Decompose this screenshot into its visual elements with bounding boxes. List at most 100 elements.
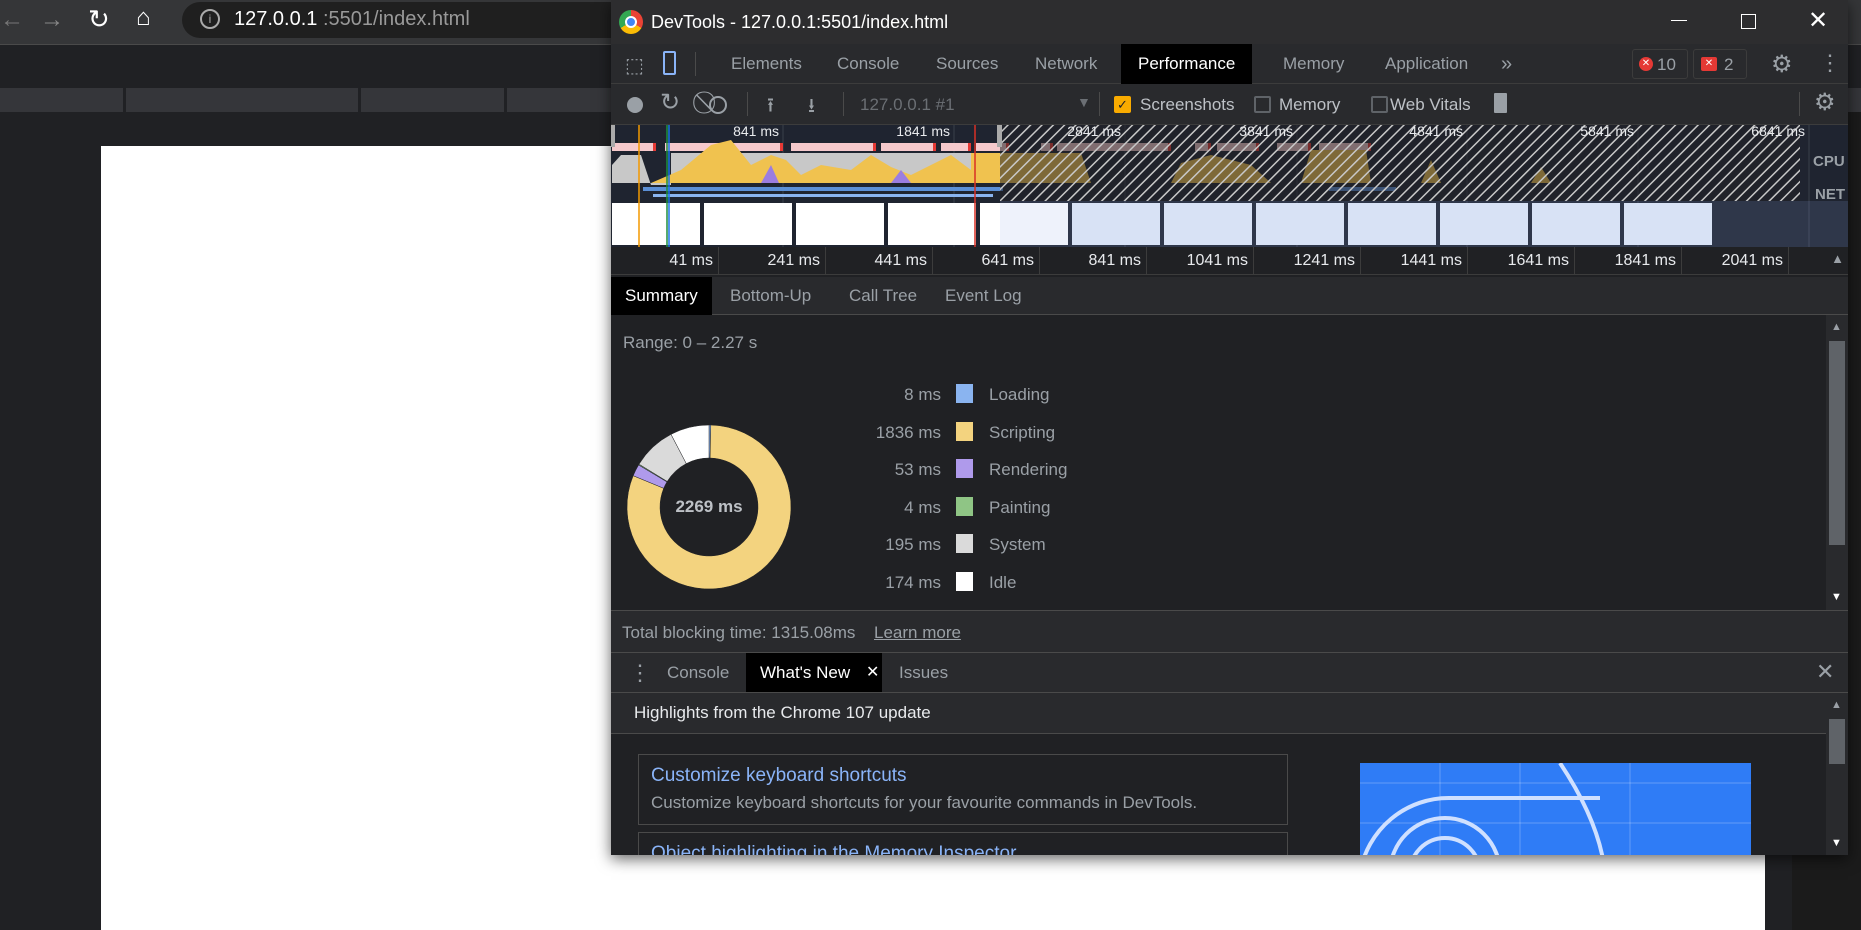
device-toolbar-icon[interactable] (663, 51, 676, 75)
trash-icon[interactable] (1494, 93, 1507, 113)
tab-sources[interactable]: Sources (926, 44, 1008, 84)
ruler-gridline (1039, 247, 1040, 275)
scroll-up-icon[interactable]: ▲ (1831, 251, 1844, 266)
maximize-button[interactable] (1741, 14, 1756, 29)
ruler-gridline (825, 247, 826, 275)
ruler-gridline (932, 247, 933, 275)
learn-more-link[interactable]: Learn more (874, 623, 961, 643)
memory-checkbox[interactable] (1254, 96, 1271, 113)
web-vitals-label: Web Vitals (1390, 95, 1471, 114)
ruler-gridline (1253, 247, 1254, 275)
drawer-tab-issues[interactable]: Issues (885, 653, 962, 692)
ruler-gridline (1788, 247, 1789, 275)
overview-tick-label: 2841 ms (1067, 123, 1121, 139)
range-label: Range: 0 – 2.27 s (623, 333, 758, 352)
tab-event-log[interactable]: Event Log (931, 277, 1036, 315)
close-window-button[interactable]: ✕ (1808, 6, 1828, 35)
profile-select[interactable]: 127.0.0.1 #1 (860, 84, 955, 125)
load-profile-icon[interactable]: ⭱ (767, 91, 774, 125)
drawer-tab-console[interactable]: Console (653, 653, 743, 692)
ruler-tick-label: 441 ms (874, 252, 927, 269)
card-title[interactable]: Object highlighting in the Memory Inspec… (651, 843, 1016, 855)
tab-application[interactable]: Application (1375, 44, 1478, 84)
screenshots-label: Screenshots (1140, 95, 1235, 114)
drawer-scrollbar[interactable]: ▲ ▼ (1826, 693, 1848, 855)
reload-profile-button[interactable]: ↻ (660, 88, 680, 117)
screenshots-checkbox[interactable]: ✓ (1114, 96, 1131, 113)
long-frame-marker (933, 143, 936, 151)
timeline-overview[interactable]: CPU NET 841 ms 1841 ms 2841 ms 3841 ms 4841 … (611, 123, 1848, 247)
reload-icon[interactable]: ↻ (88, 4, 110, 35)
summary-scrollbar[interactable]: ▲ ▼ (1826, 315, 1848, 610)
tab-network[interactable]: Network (1025, 44, 1107, 84)
legend-swatch (956, 534, 973, 553)
ruler-tick-label: 1241 ms (1293, 252, 1355, 269)
info-icon[interactable]: i (200, 9, 220, 29)
scroll-down-icon[interactable]: ▼ (1831, 591, 1842, 603)
minimize-button[interactable] (1671, 20, 1687, 21)
overview-tick-label: 6841 ms (1751, 123, 1805, 139)
settings-gear-icon[interactable]: ⚙ (1771, 50, 1793, 79)
legend-label: Rendering (989, 460, 1068, 479)
long-frame-marker (968, 143, 971, 151)
ruler-tick-label: 1441 ms (1400, 252, 1462, 269)
feature-illustration (1360, 763, 1751, 855)
ruler-tick-label: 241 ms (767, 252, 820, 269)
selection-left-handle (611, 125, 615, 147)
record-button[interactable] (627, 97, 643, 113)
legend-swatch (956, 571, 973, 591)
tab-call-tree[interactable]: Call Tree (835, 277, 931, 315)
long-frame-marker (780, 143, 783, 151)
drawer-menu-icon[interactable]: ⋮ (629, 660, 651, 686)
feature-card[interactable]: Object highlighting in the Memory Inspec… (638, 832, 1288, 855)
overview-tick-label: 841 ms (733, 123, 779, 139)
whats-new-header: Highlights from the Chrome 107 update (611, 693, 1826, 734)
drawer-tab-whats-new[interactable]: What's New (746, 653, 883, 692)
card-title[interactable]: Customize keyboard shortcuts (651, 765, 907, 787)
donut-total: 2269 ms (675, 497, 743, 516)
scroll-up-icon[interactable]: ▲ (1831, 699, 1842, 711)
web-vitals-checkbox[interactable] (1371, 96, 1388, 113)
overview-graph[interactable] (611, 125, 1848, 247)
long-frame-marker (873, 143, 876, 151)
scroll-up-icon[interactable]: ▲ (1831, 321, 1842, 333)
legend-label: Loading (989, 385, 1050, 404)
save-profile-icon[interactable]: ⭳ (808, 91, 815, 125)
close-tab-icon[interactable]: ✕ (866, 662, 879, 682)
close-drawer-icon[interactable]: ✕ (1816, 659, 1834, 685)
more-tabs-button[interactable]: » (1491, 44, 1522, 84)
home-icon[interactable]: ⌂ (136, 4, 151, 32)
scrollbar-thumb[interactable] (1829, 341, 1845, 545)
scrollbar-thumb[interactable] (1829, 719, 1845, 764)
divider (843, 92, 844, 116)
tab-memory[interactable]: Memory (1273, 44, 1354, 84)
screenshot-thumbnail (612, 203, 700, 245)
devtools-illustration-icon (1360, 763, 1751, 855)
whats-new-content: Customize keyboard shortcuts Customize k… (611, 734, 1826, 855)
capture-settings-gear-icon[interactable]: ⚙ (1814, 88, 1836, 117)
tab-console[interactable]: Console (827, 44, 909, 84)
ruler-tick-label: 1041 ms (1186, 252, 1248, 269)
address-bar[interactable]: i 127.0.0.1 :5501/index.html (182, 2, 642, 38)
forward-icon[interactable]: → (40, 6, 64, 34)
feature-card[interactable]: Customize keyboard shortcuts Customize k… (638, 754, 1288, 825)
legend-label: System (989, 535, 1046, 554)
back-icon[interactable]: ← (0, 6, 24, 34)
more-options-icon[interactable]: ⋮ (1819, 50, 1841, 76)
legend-value: 174 ms (885, 572, 941, 592)
ruler-gridline (1574, 247, 1575, 275)
tab-bottom-up[interactable]: Bottom-Up (716, 277, 825, 315)
errors-badge[interactable]: ✕ 10 (1632, 49, 1688, 79)
error-icon: ✕ (1639, 57, 1653, 71)
devtools-title-bar: DevTools - 127.0.0.1:5501/index.html ✕ (611, 0, 1848, 44)
clear-button[interactable] (709, 96, 727, 114)
selection-right-handle (997, 125, 1002, 147)
dropdown-arrow-icon[interactable]: ▼ (1077, 94, 1091, 110)
tab-elements[interactable]: Elements (721, 44, 812, 84)
tab-performance[interactable]: Performance (1121, 44, 1253, 84)
scroll-down-icon[interactable]: ▼ (1831, 837, 1842, 849)
issue-count: 2 (1724, 55, 1734, 74)
tab-summary[interactable]: Summary (611, 277, 712, 315)
inspect-element-icon[interactable]: ⬚ (625, 53, 644, 78)
issues-badge[interactable]: ✕ 2 (1693, 49, 1747, 79)
